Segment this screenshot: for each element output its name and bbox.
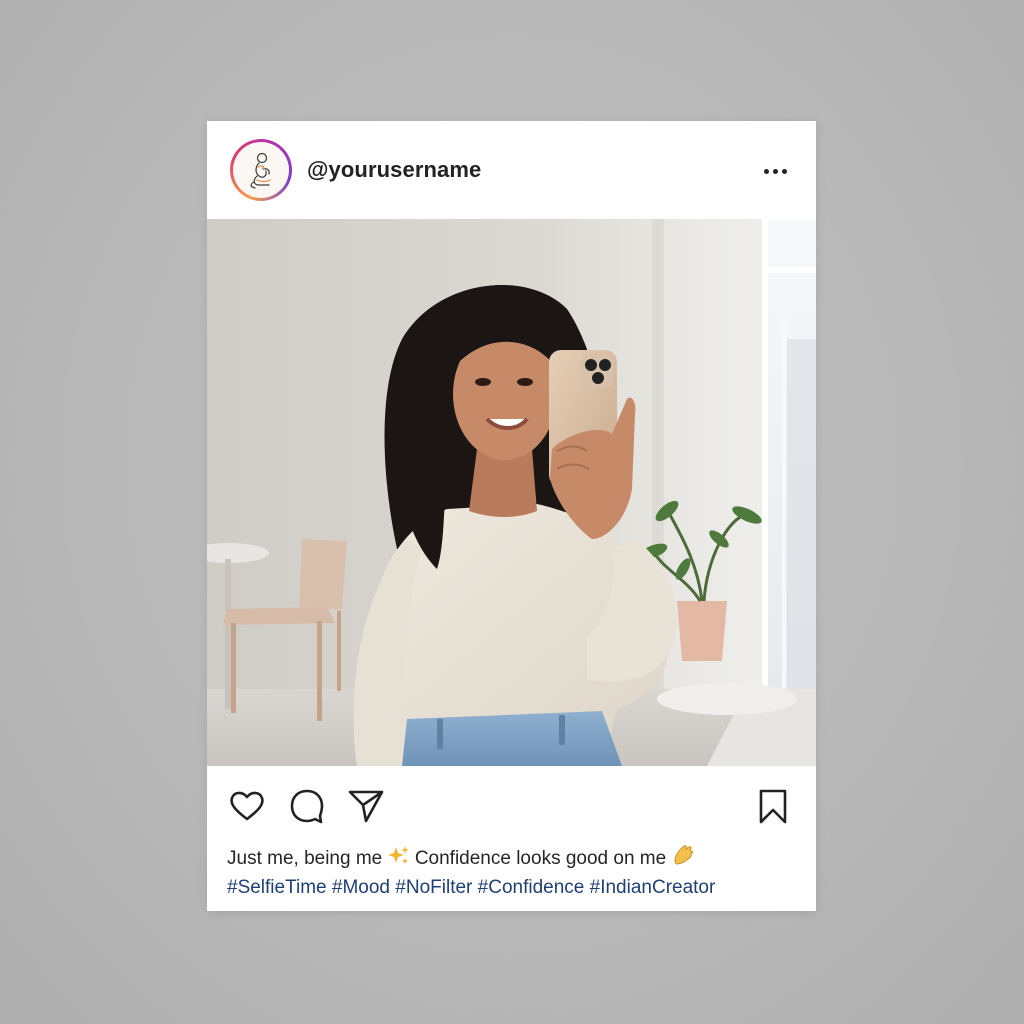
heart-icon	[230, 791, 264, 821]
post-photo[interactable]	[207, 219, 816, 766]
avatar[interactable]	[233, 142, 289, 198]
caption: Just me, being me Confidence looks good …	[227, 843, 797, 901]
like-button[interactable]	[227, 786, 267, 826]
save-button[interactable]	[753, 786, 793, 826]
caption-part-1: Just me, being me	[227, 848, 383, 869]
action-bar	[207, 766, 816, 836]
paper-plane-icon	[348, 790, 384, 823]
caption-text: Just me, being me Confidence looks good …	[227, 843, 797, 875]
username[interactable]: @yourusername	[307, 157, 481, 183]
hashtag-link[interactable]: #IndianCreator	[590, 877, 716, 898]
sketch-figure-avatar-icon	[250, 152, 271, 189]
post-header: @yourusername	[207, 121, 816, 219]
comment-bubble-icon	[290, 789, 324, 824]
hashtag-link[interactable]: #NoFilter	[395, 877, 472, 898]
more-options-button[interactable]	[755, 157, 795, 185]
hashtag-link[interactable]: #Mood	[332, 877, 390, 898]
pinched-fingers-emoji-icon	[671, 843, 695, 875]
hashtags: #SelfieTime #Mood #NoFilter #Confidence …	[227, 877, 715, 898]
more-horizontal-icon	[764, 169, 769, 174]
hashtag-link[interactable]: #Confidence	[478, 877, 585, 898]
background: @yourusername Just me, being me Confiden…	[0, 0, 1024, 1024]
hashtag-link[interactable]: #SelfieTime	[227, 877, 327, 898]
sparkles-emoji-icon	[387, 845, 410, 875]
share-button[interactable]	[346, 786, 386, 826]
caption-part-2: Confidence looks good on me	[414, 848, 667, 869]
instagram-post-card: @yourusername Just me, being me Confiden…	[207, 121, 816, 911]
comment-button[interactable]	[287, 786, 327, 826]
bookmark-icon	[759, 789, 787, 824]
avatar-story-ring[interactable]	[230, 139, 292, 201]
selfie-photo	[207, 219, 816, 766]
